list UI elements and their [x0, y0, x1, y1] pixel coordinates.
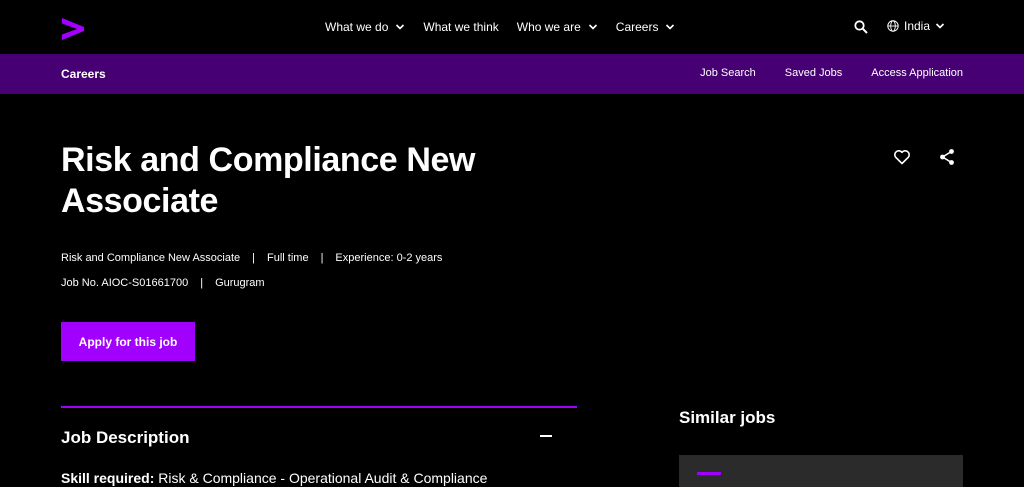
similar-jobs-heading: Similar jobs	[679, 408, 776, 427]
card-accent-bar	[697, 472, 721, 475]
nav-careers[interactable]: Careers	[616, 20, 676, 34]
job-description-heading[interactable]: Job Description	[61, 428, 189, 448]
subnav-link-saved-jobs[interactable]: Saved Jobs	[785, 67, 842, 79]
subnav-link-access-application[interactable]: Access Application	[871, 67, 963, 79]
skill-label: Skill required:	[61, 470, 155, 486]
nav-who-we-are[interactable]: Who we are	[517, 20, 598, 34]
chevron-down-icon	[935, 23, 945, 29]
nav-label: Careers	[615, 20, 659, 34]
share-icon[interactable]	[938, 148, 956, 166]
section-divider	[61, 406, 577, 408]
nav-label: What we think	[423, 20, 499, 34]
heart-icon[interactable]	[893, 148, 911, 166]
chevron-down-icon	[396, 24, 405, 30]
subnav-link-job-search[interactable]: Job Search	[700, 67, 756, 79]
country-selector[interactable]: India	[887, 19, 945, 33]
nav-what-we-do[interactable]: What we do	[325, 20, 405, 34]
job-type: Full time	[267, 252, 309, 264]
careers-subnav: Careers Job Search Saved Jobs Access App…	[0, 54, 1024, 94]
job-location: Gurugram	[215, 277, 265, 289]
job-meta-line-1: Risk and Compliance New Associate | Full…	[61, 252, 442, 264]
main-nav: What we do What we think Who we are Care…	[325, 0, 693, 54]
job-title: Risk and Compliance New Associate	[61, 141, 476, 220]
subnav-links: Job Search Saved Jobs Access Application	[671, 67, 963, 79]
separator: |	[200, 277, 204, 289]
job-number: Job No. AIOC-S01661700	[61, 277, 189, 289]
collapse-minus-icon[interactable]	[540, 435, 552, 437]
skill-value: Risk & Compliance - Operational Audit & …	[158, 470, 488, 486]
separator: |	[320, 252, 324, 264]
chevron-down-icon	[588, 24, 597, 30]
search-icon[interactable]	[854, 20, 868, 34]
similar-job-card[interactable]	[679, 455, 963, 487]
nav-label: What we do	[325, 20, 389, 34]
job-meta-line-2: Job No. AIOC-S01661700 | Gurugram	[61, 277, 265, 289]
apply-button[interactable]: Apply for this job	[61, 322, 195, 361]
accenture-logo[interactable]	[61, 16, 85, 40]
subnav-title[interactable]: Careers	[61, 67, 106, 81]
job-experience: Experience: 0-2 years	[335, 252, 443, 264]
separator: |	[252, 252, 255, 264]
top-navigation: What we do What we think Who we are Care…	[0, 0, 1024, 54]
nav-label: Who we are	[516, 20, 581, 34]
job-actions	[893, 148, 983, 166]
nav-what-we-think[interactable]: What we think	[423, 20, 498, 34]
skill-required: Skill required: Risk & Compliance - Oper…	[61, 470, 487, 486]
country-label: India	[904, 19, 931, 33]
job-role: Risk and Compliance New Associate	[61, 252, 241, 264]
globe-icon	[887, 20, 899, 32]
chevron-down-icon	[666, 24, 675, 30]
